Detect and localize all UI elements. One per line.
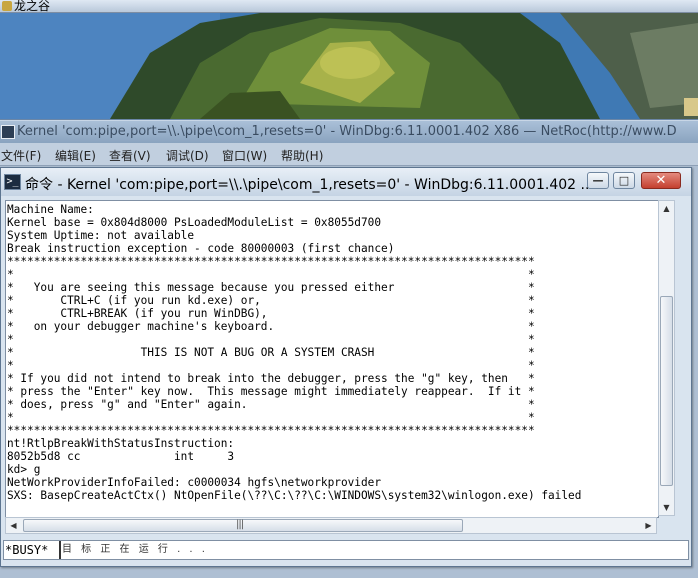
output-line: ****************************************…	[7, 255, 535, 268]
minimize-icon: —	[592, 174, 604, 187]
command-window-title: 命令 - Kernel 'com:pipe,port=\\.\pipe\com_…	[25, 177, 594, 193]
command-window: >_ 命令 - Kernel 'com:pipe,port=\\.\pipe\c…	[0, 167, 692, 567]
menu-view[interactable]: 查看(V)	[109, 147, 151, 164]
output-line: * *	[7, 411, 535, 424]
output-line: SXS: BasepCreateActCtx() NtOpenFile(\??\…	[7, 489, 582, 502]
menu-file[interactable]: 文件(F)	[1, 147, 41, 164]
menu-window[interactable]: 窗口(W)	[222, 147, 267, 164]
vertical-scrollbar[interactable]: ▲ ▼	[658, 200, 675, 516]
menu-edit[interactable]: 编辑(E)	[55, 147, 96, 164]
output-line: * press the "Enter" key now. This messag…	[7, 385, 535, 398]
output-line: 8052b5d8 cc int 3	[7, 450, 235, 463]
game-app-icon	[2, 1, 12, 11]
debugger-output-text: Machine Name: Kernel base = 0x804d8000 P…	[6, 201, 658, 502]
command-prompt-icon: >_	[4, 174, 21, 190]
output-line: * *	[7, 359, 535, 372]
background-window-titlebar[interactable]: 龙之谷	[0, 0, 698, 13]
scroll-up-icon[interactable]: ▲	[659, 201, 674, 216]
debugger-output-pane[interactable]: Machine Name: Kernel base = 0x804d8000 P…	[5, 200, 659, 518]
debugger-status-prompt: *BUSY*	[5, 541, 61, 559]
windbg-main-titlebar[interactable]: Kernel 'com:pipe,port=\\.\pipe\com_1,res…	[0, 120, 698, 143]
output-line: Kernel base = 0x804d8000 PsLoadedModuleL…	[7, 216, 382, 229]
output-line: NetWorkProviderInfoFailed: c0000034 hgfs…	[7, 476, 382, 489]
game-scene-image	[0, 13, 698, 119]
output-line: * You are seeing this message because yo…	[7, 281, 535, 294]
close-icon: ✕	[655, 173, 667, 188]
windbg-main-title: Kernel 'com:pipe,port=\\.\pipe\com_1,res…	[17, 124, 677, 139]
minimize-button[interactable]: —	[587, 172, 609, 189]
output-line: Machine Name:	[7, 203, 94, 216]
horizontal-scrollbar[interactable]: ◀ ||| ▶	[5, 517, 657, 534]
output-line: * *	[7, 268, 535, 281]
maximize-button[interactable]: □	[613, 172, 635, 189]
output-line: kd> g	[7, 463, 41, 476]
output-line: * *	[7, 333, 535, 346]
output-line: * on your debugger machine's keyboard. *	[7, 320, 535, 333]
menu-help[interactable]: 帮助(H)	[281, 147, 323, 164]
horizontal-scroll-thumb[interactable]: |||	[23, 519, 463, 532]
output-line: * does, press "g" and "Enter" again. *	[7, 398, 535, 411]
background-window-title: 龙之谷	[14, 0, 51, 13]
menu-bar: 文件(F) 编辑(E) 查看(V) 调试(D) 窗口(W) 帮助(H)	[0, 143, 698, 166]
output-line: nt!RtlpBreakWithStatusInstruction:	[7, 437, 235, 450]
maximize-icon: □	[618, 174, 630, 187]
windbg-app-icon	[1, 125, 15, 139]
command-window-titlebar[interactable]: >_ 命令 - Kernel 'com:pipe,port=\\.\pipe\c…	[1, 168, 691, 196]
scroll-down-icon[interactable]: ▼	[659, 500, 674, 515]
scroll-left-icon[interactable]: ◀	[6, 518, 21, 533]
scroll-grip-icon: |||	[236, 519, 244, 530]
close-button[interactable]: ✕	[641, 172, 681, 189]
command-input[interactable]: 目 标 正 在 运 行 . . .	[62, 541, 682, 559]
output-line: * CTRL+BREAK (if you run WinDBG), *	[7, 307, 535, 320]
output-line: * If you did not intend to break into th…	[7, 372, 535, 385]
output-line: Break instruction exception - code 80000…	[7, 242, 395, 255]
command-input-row: *BUSY* 目 标 正 在 运 行 . . .	[3, 540, 689, 560]
output-line: ****************************************…	[7, 424, 535, 437]
vertical-scroll-thumb[interactable]	[660, 296, 673, 486]
output-line: * THIS IS NOT A BUG OR A SYSTEM CRASH *	[7, 346, 535, 359]
menu-debug[interactable]: 调试(D)	[166, 147, 209, 164]
output-line: * CTRL+C (if you run kd.exe) or, *	[7, 294, 535, 307]
output-line: System Uptime: not available	[7, 229, 195, 242]
scroll-right-icon[interactable]: ▶	[641, 518, 656, 533]
